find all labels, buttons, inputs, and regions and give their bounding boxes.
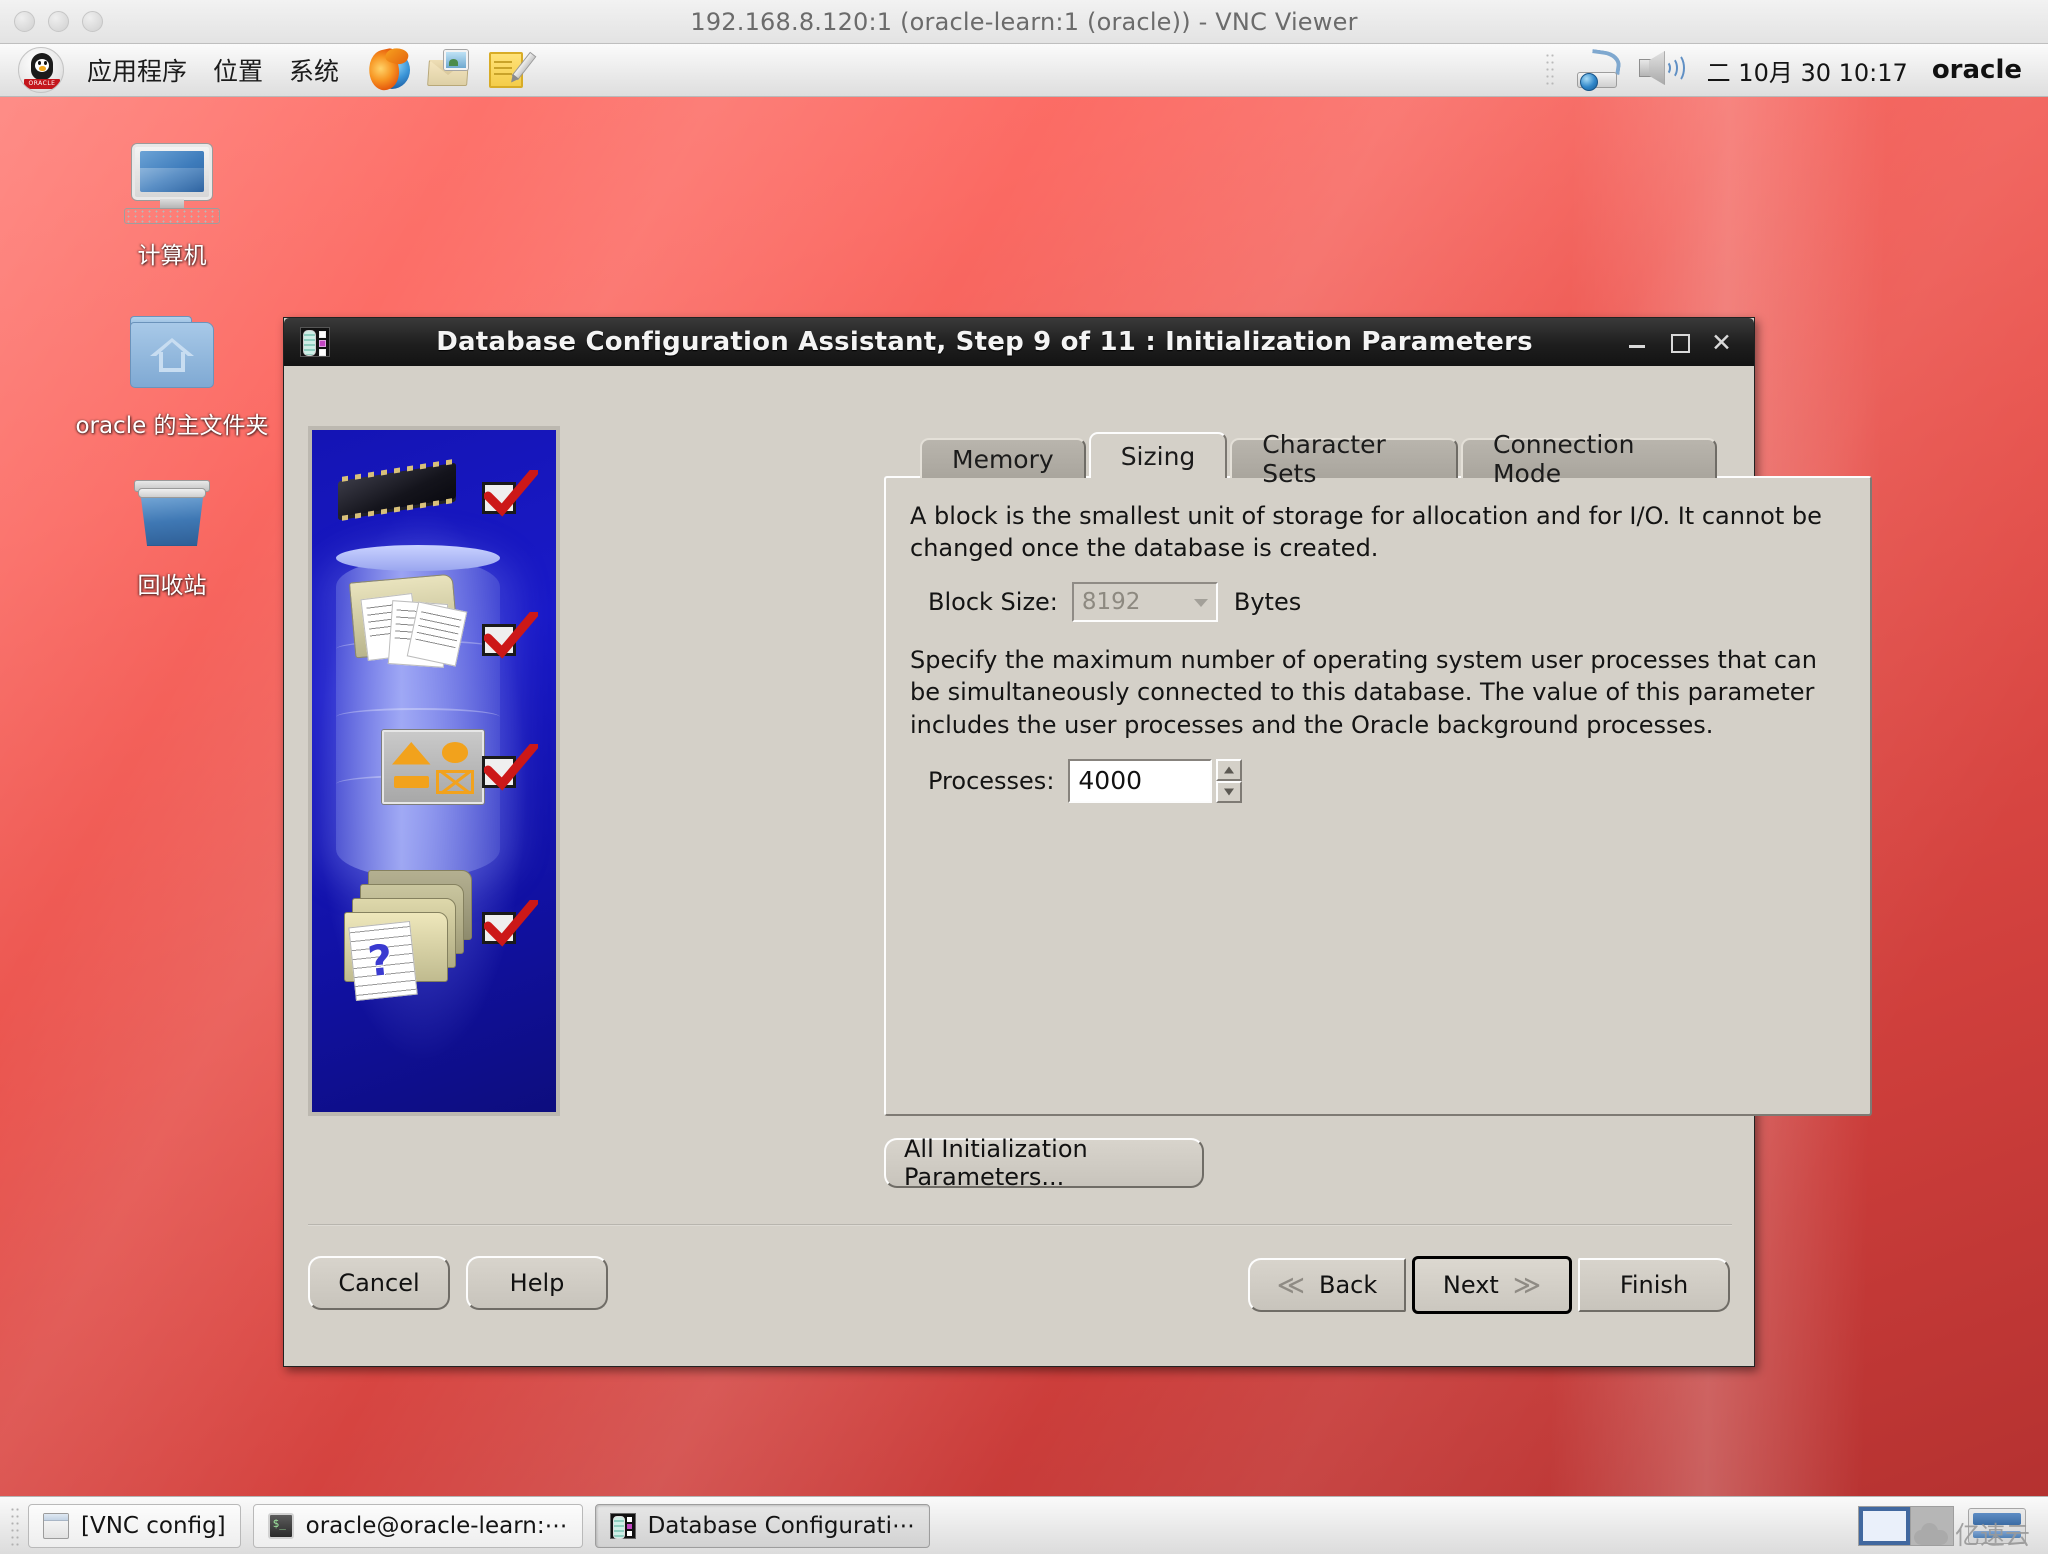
taskbar-item-dbca-label: Database Configurati⋯ <box>647 1512 915 1539</box>
desktop-icon-trash[interactable]: 回收站 <box>62 474 282 600</box>
dbca-dialog: Database Configuration Assistant, Step 9… <box>283 317 1872 1367</box>
tab-character-sets[interactable]: Character Sets <box>1230 430 1458 488</box>
spin-down-icon[interactable] <box>1216 780 1243 803</box>
cpu-chip-icon <box>338 462 456 518</box>
processes-row: Processes: <box>928 758 1846 803</box>
block-size-value: 8192 <box>1081 589 1141 616</box>
navigation-buttons: ≪ Back Next ≫ Finish <box>1248 1256 1730 1314</box>
processes-description: Specify the maximum number of operating … <box>910 646 1817 739</box>
checkmark-icon <box>482 744 538 796</box>
trash-icon <box>124 474 220 560</box>
firefox-icon[interactable] <box>365 44 414 93</box>
dbca-body: ? Memory Sizing Character Sets Connectio… <box>284 366 1872 1366</box>
shapes-panel-icon <box>382 730 484 804</box>
desktop-icon-trash-label: 回收站 <box>137 573 207 599</box>
dbca-close-icon[interactable]: ✕ <box>1711 330 1732 355</box>
gnome-taskbar: [VNC config] oracle@oracle-learn:⋯ Datab… <box>0 1496 2048 1554</box>
block-size-row: Block Size: 8192 Bytes <box>928 582 1846 623</box>
panel-menu-group: ORACLE 应用程序 位置 系统 <box>0 44 537 93</box>
next-button-label: Next <box>1442 1271 1499 1299</box>
block-size-select: 8192 <box>1071 582 1218 623</box>
dbca-dialog-title: Database Configuration Assistant, Step 9… <box>436 327 1533 357</box>
volume-icon[interactable] <box>1635 47 1685 93</box>
desktop-icon-home-label: oracle 的主文件夹 <box>75 413 269 439</box>
remote-desktop: ORACLE 应用程序 位置 系统 二 10月 30 10:17 oracle … <box>0 44 2048 1554</box>
processes-stepper[interactable] <box>1068 758 1243 803</box>
back-button-label: Back <box>1319 1271 1378 1299</box>
text-editor-icon[interactable] <box>484 47 537 93</box>
taskbar-right-group <box>1858 1505 2038 1546</box>
tab-memory[interactable]: Memory <box>920 438 1086 478</box>
panel-launchers <box>365 44 537 93</box>
panel-username[interactable]: oracle <box>1932 55 2026 85</box>
workspace-1[interactable] <box>1859 1506 1910 1545</box>
processes-input[interactable] <box>1068 758 1213 803</box>
desktop-icon-computer-label: 计算机 <box>137 243 207 269</box>
block-size-label: Block Size: <box>928 588 1058 617</box>
dbca-maximize-icon[interactable] <box>1669 332 1691 353</box>
cancel-button[interactable]: Cancel <box>308 1256 450 1310</box>
folder-stack-icon: ? <box>338 870 488 1002</box>
taskbar-item-vnc-config-label: [VNC config] <box>81 1512 226 1539</box>
checkmark-icon <box>482 470 538 522</box>
processes-label: Processes: <box>928 766 1055 795</box>
tab-sizing[interactable]: Sizing <box>1088 432 1228 478</box>
terminal-icon <box>267 1512 294 1539</box>
gnome-top-panel: ORACLE 应用程序 位置 系统 二 10月 30 10:17 oracle <box>0 44 2048 97</box>
block-size-unit: Bytes <box>1233 588 1302 617</box>
dbca-sidebar-graphic: ? <box>308 426 560 1116</box>
workspace-2[interactable] <box>1909 1506 1953 1545</box>
taskbar-item-vnc-config[interactable]: [VNC config] <box>28 1503 241 1548</box>
taskbar-item-dbca[interactable]: Database Configurati⋯ <box>594 1503 930 1548</box>
oracle-linux-logo-icon[interactable]: ORACLE <box>18 47 64 93</box>
email-icon[interactable] <box>426 47 472 93</box>
dbca-tabstrip: Memory Sizing Character Sets Connection … <box>920 430 1720 488</box>
back-button[interactable]: ≪ Back <box>1248 1258 1406 1312</box>
all-initialization-parameters-button[interactable]: All Initialization Parameters... <box>884 1135 1204 1191</box>
menu-applications[interactable]: 应用程序 <box>74 52 200 88</box>
documents-folder-icon <box>346 572 486 682</box>
menu-system[interactable]: 系统 <box>276 52 352 88</box>
chevron-down-icon <box>1193 599 1208 608</box>
desktop-icon-computer[interactable]: 计算机 <box>62 144 282 270</box>
show-desktop-icon[interactable] <box>1968 1507 2026 1544</box>
computer-icon <box>124 144 220 230</box>
sizing-tab-panel: A block is the smallest unit of storage … <box>884 476 1872 1116</box>
chevron-right-icon: ≫ <box>1512 1269 1542 1301</box>
workspace-switcher[interactable] <box>1858 1505 1954 1546</box>
dbca-app-icon <box>300 327 330 357</box>
dbca-icon <box>609 1512 636 1539</box>
vnc-window-title: 192.168.8.120:1 (oracle-learn:1 (oracle)… <box>690 8 1358 36</box>
help-button[interactable]: Help <box>466 1256 608 1310</box>
dbca-window-buttons: ✕ <box>1627 330 1746 355</box>
menu-places[interactable]: 位置 <box>200 52 276 88</box>
chevron-left-icon: ≪ <box>1276 1269 1305 1301</box>
spin-up-icon[interactable] <box>1216 758 1243 781</box>
home-folder-icon <box>124 314 220 400</box>
desktop-icon-home[interactable]: oracle 的主文件夹 <box>62 314 282 440</box>
panel-drag-handle[interactable] <box>1544 52 1555 88</box>
block-size-description: A block is the smallest unit of storage … <box>910 502 1822 563</box>
panel-clock[interactable]: 二 10月 30 10:17 <box>1693 53 1922 88</box>
panel-tray: 二 10月 30 10:17 oracle <box>1544 47 2048 93</box>
network-icon[interactable] <box>1571 47 1625 93</box>
next-button[interactable]: Next ≫ <box>1412 1256 1572 1314</box>
taskbar-drag-handle[interactable] <box>10 1505 20 1546</box>
tab-connection-mode[interactable]: Connection Mode <box>1460 430 1717 488</box>
vnc-viewer-window: 192.168.8.120:1 (oracle-learn:1 (oracle)… <box>0 0 2048 1554</box>
finish-button[interactable]: Finish <box>1578 1258 1730 1312</box>
taskbar-item-terminal[interactable]: oracle@oracle-learn:⋯ <box>252 1503 583 1548</box>
processes-spin-buttons <box>1216 758 1243 803</box>
dbca-titlebar[interactable]: Database Configuration Assistant, Step 9… <box>284 318 1754 366</box>
bottom-separator <box>308 1224 1732 1226</box>
checkmark-icon <box>482 612 538 664</box>
window-icon <box>43 1512 69 1539</box>
taskbar-item-terminal-label: oracle@oracle-learn:⋯ <box>305 1512 568 1539</box>
checkmark-icon <box>482 900 538 952</box>
vnc-titlebar: 192.168.8.120:1 (oracle-learn:1 (oracle)… <box>0 0 2048 44</box>
dbca-minimize-icon[interactable] <box>1627 332 1647 352</box>
